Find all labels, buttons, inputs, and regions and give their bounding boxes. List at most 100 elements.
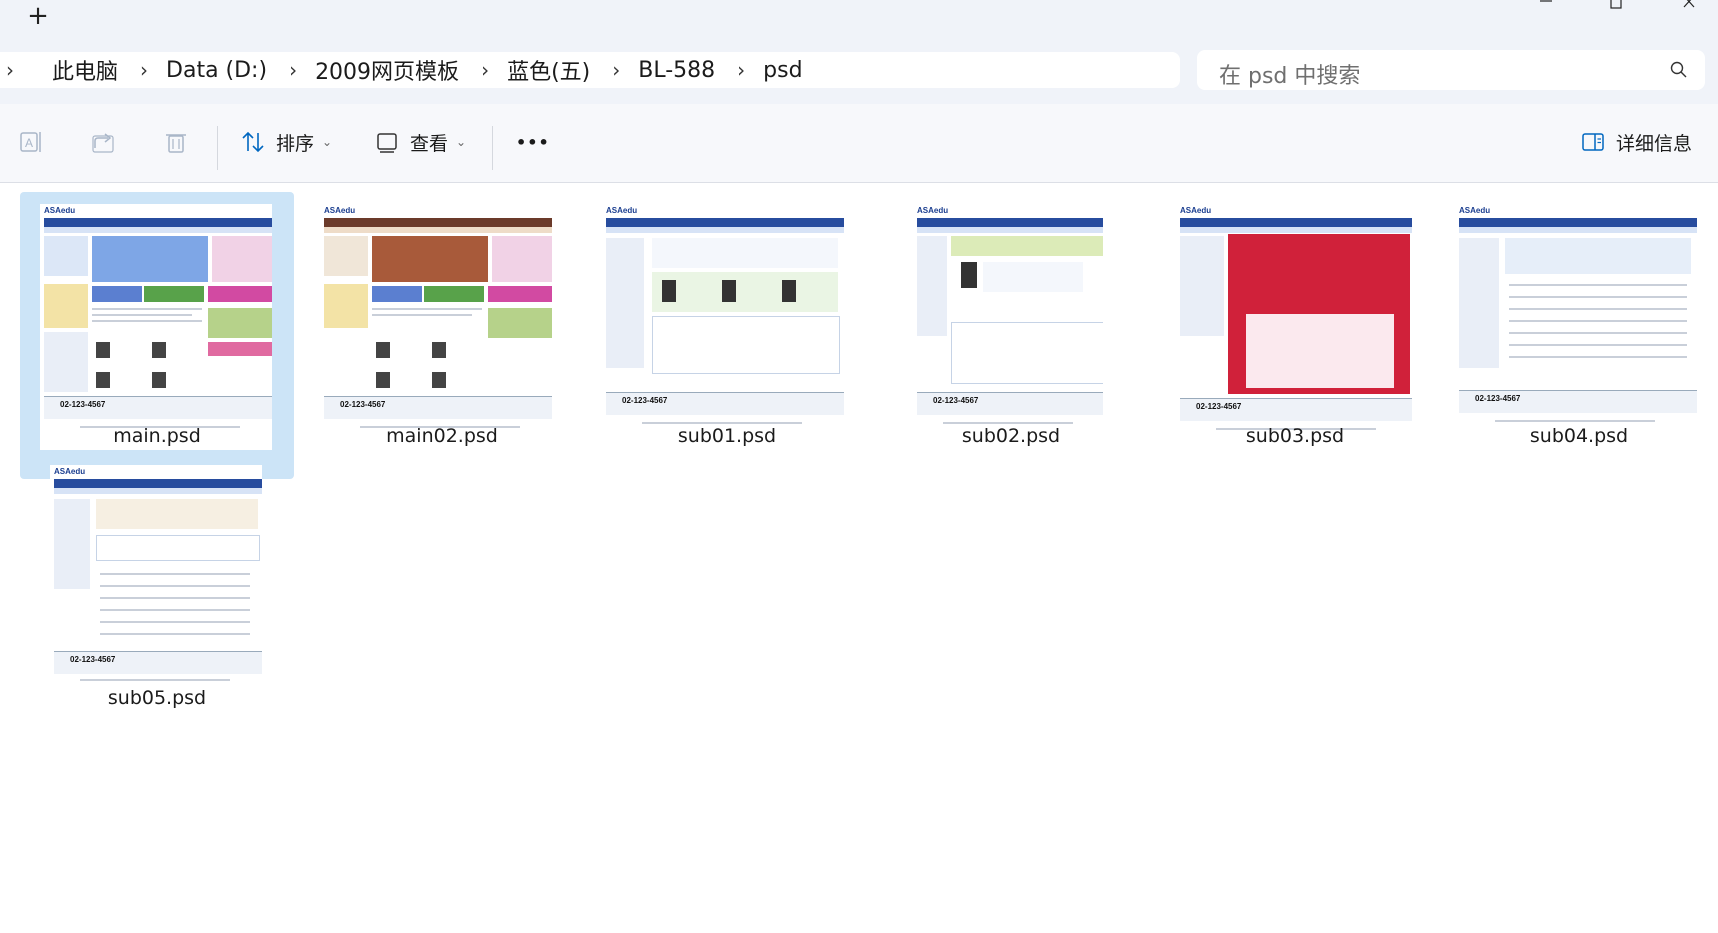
thumbnail-phone: 02-123-4567 xyxy=(1196,402,1242,411)
file-thumbnail: ASAedu 02-123-4567 xyxy=(602,204,844,450)
thumbnail-block xyxy=(96,535,260,561)
new-tab-button[interactable]: + xyxy=(24,2,52,30)
file-item[interactable]: ASAedu 02-123-4567 sub02.psd xyxy=(874,192,1148,479)
sort-button[interactable]: 排序 ⌄ xyxy=(240,124,332,160)
breadcrumb-item-this-pc[interactable]: 此电脑 xyxy=(32,54,132,86)
file-item[interactable]: ASAedu 02-123-4567 sub04.psd xyxy=(1442,192,1716,479)
thumbnail-subnav xyxy=(1180,227,1412,233)
view-icon xyxy=(377,133,397,153)
breadcrumb-item-data-drive[interactable]: Data (D:) xyxy=(166,58,281,83)
thumbnail-logo: ASAedu xyxy=(606,206,638,215)
share-button[interactable] xyxy=(90,124,118,160)
chevron-right-icon[interactable]: › xyxy=(132,58,166,82)
details-button[interactable]: 详细信息 xyxy=(1580,124,1692,160)
thumbnail-text-line xyxy=(100,621,250,623)
sort-icon xyxy=(242,131,264,153)
thumbnail-block xyxy=(488,286,552,302)
more-options-button[interactable]: ••• xyxy=(516,124,550,160)
breadcrumb-item-blue[interactable]: 蓝色(五) xyxy=(507,54,604,86)
thumbnail-nav xyxy=(917,218,1103,227)
file-item[interactable]: ASAedu 02-123-4567 sub03.psd xyxy=(1158,192,1432,479)
chevron-right-icon[interactable]: › xyxy=(604,58,638,82)
toolbar-divider xyxy=(217,126,218,170)
file-name: sub04.psd xyxy=(1529,425,1629,447)
rename-button[interactable]: A xyxy=(18,124,46,160)
details-pane-icon xyxy=(1582,133,1604,151)
thumbnail-logo: ASAedu xyxy=(54,467,86,476)
thumbnail-block xyxy=(208,308,272,338)
close-icon[interactable] xyxy=(1680,0,1700,12)
thumbnail-nav xyxy=(1180,218,1412,227)
thumbnail-subnav xyxy=(44,227,272,233)
search-input[interactable]: 在 psd 中搜索 xyxy=(1219,58,1360,90)
file-name: sub03.psd xyxy=(1245,425,1345,447)
thumbnail-nav xyxy=(1459,218,1697,227)
thumbnail-photo xyxy=(432,342,446,358)
file-thumbnail: ASAedu 02-123-4567 xyxy=(1176,204,1412,450)
thumbnail-nav xyxy=(606,218,844,227)
thumbnail-text-line xyxy=(80,679,230,681)
thumbnail-nav xyxy=(324,218,552,227)
breadcrumb[interactable]: › 此电脑 › Data (D:) › 2009网页模板 › 蓝色(五) › B… xyxy=(0,52,1180,88)
file-item[interactable]: ASAedu 02-123-4567 main.psd xyxy=(20,192,294,479)
thumbnail-logo: ASAedu xyxy=(917,206,949,215)
search-box[interactable]: 在 psd 中搜索 xyxy=(1197,50,1705,90)
thumbnail-text-line xyxy=(642,422,802,424)
thumbnail-block xyxy=(324,284,368,328)
file-name: main.psd xyxy=(113,425,201,447)
thumbnail-block xyxy=(652,272,838,312)
thumbnail-sidebar xyxy=(917,236,947,336)
view-button[interactable]: 查看 ⌄ xyxy=(374,124,466,160)
thumbnail-phone: 02-123-4567 xyxy=(622,396,668,405)
thumbnail-photo xyxy=(722,280,736,302)
minimize-icon[interactable] xyxy=(1536,0,1556,12)
thumbnail-subnav xyxy=(606,227,844,233)
thumbnail-photo xyxy=(96,342,110,358)
thumbnail-banner xyxy=(372,236,488,282)
thumbnail-text-line xyxy=(372,314,472,316)
breadcrumb-item-psd[interactable]: psd xyxy=(763,58,816,83)
thumbnail-text-line xyxy=(1495,420,1655,422)
rename-icon: A xyxy=(20,132,41,152)
file-thumbnail: ASAedu 02-123-4567 xyxy=(40,204,272,450)
thumbnail-text-line xyxy=(92,314,192,316)
file-item[interactable]: ASAedu 02-123-4567 sub05.psd xyxy=(20,453,294,740)
toolbar-divider xyxy=(492,126,493,170)
thumbnail-banner xyxy=(92,236,208,282)
search-icon[interactable] xyxy=(1669,60,1689,80)
thumbnail-text-line xyxy=(1509,284,1687,286)
delete-button[interactable] xyxy=(162,124,190,160)
thumbnail-text-line xyxy=(100,573,250,575)
chevron-right-icon[interactable]: › xyxy=(281,58,315,82)
file-item[interactable]: ASAedu 02-123-4567 main02.psd xyxy=(305,192,579,479)
breadcrumb-item-bl588[interactable]: BL-588 xyxy=(638,58,729,83)
thumbnail-sidebar xyxy=(1180,236,1224,336)
thumbnail-text-line xyxy=(1509,332,1687,334)
file-thumbnail: ASAedu 02-123-4567 xyxy=(50,465,262,697)
thumbnail-logo: ASAedu xyxy=(44,206,76,215)
thumbnail-block xyxy=(1246,314,1394,388)
thumbnail-subnav xyxy=(917,227,1103,233)
thumbnail-phone: 02-123-4567 xyxy=(70,655,116,664)
file-item[interactable]: ASAedu 02-123-4567 sub01.psd xyxy=(590,192,864,479)
thumbnail-phone: 02-123-4567 xyxy=(1475,394,1521,403)
chevron-right-icon[interactable]: › xyxy=(0,58,32,82)
tab-bar: + xyxy=(0,0,1718,34)
thumbnail-block xyxy=(372,286,422,302)
svg-text:A: A xyxy=(25,136,33,150)
command-bar: A 排序 ⌄ 查看 ⌄ ••• 详细信息 xyxy=(0,104,1718,183)
thumbnail-block xyxy=(212,236,272,282)
breadcrumb-item-templates[interactable]: 2009网页模板 xyxy=(315,54,473,86)
thumbnail-subnav xyxy=(1459,227,1697,233)
chevron-right-icon[interactable]: › xyxy=(729,58,763,82)
thumbnail-photo xyxy=(961,262,977,288)
file-name: sub02.psd xyxy=(961,425,1061,447)
thumbnail-text-line xyxy=(100,609,250,611)
thumbnail-block xyxy=(144,286,204,302)
thumbnail-block xyxy=(983,262,1083,292)
chevron-right-icon[interactable]: › xyxy=(473,58,507,82)
thumbnail-text-line xyxy=(100,597,250,599)
maximize-icon[interactable] xyxy=(1606,0,1626,12)
thumbnail-block xyxy=(492,236,552,282)
trash-icon xyxy=(166,134,186,153)
